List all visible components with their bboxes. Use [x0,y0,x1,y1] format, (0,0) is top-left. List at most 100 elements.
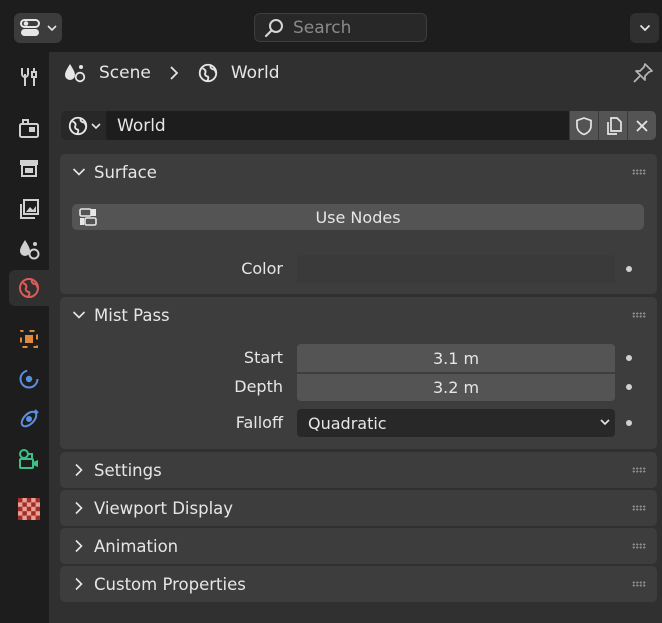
use-nodes-button[interactable]: Use Nodes [72,204,644,230]
start-field[interactable]: 3.1 m [297,344,615,372]
settings-panel-header[interactable]: Settings [60,452,657,488]
mist-pass-panel-header[interactable]: Mist Pass [60,297,657,333]
mist-pass-panel: Mist Pass Start 3.1 m Depth 3.2 m Fallof… [60,297,657,449]
tab-render[interactable] [9,110,49,146]
tab-physics[interactable] [9,361,49,397]
keyframe-dot-icon[interactable] [626,355,632,361]
search-icon [264,18,283,37]
keyframe-dot-icon[interactable] [626,420,632,426]
chevron-down-icon [72,168,86,176]
panel-title: Settings [94,460,162,480]
shield-icon [576,116,592,135]
image-stack-icon [20,199,39,219]
fake-user-button[interactable] [569,111,598,140]
chevron-right-icon [75,577,83,591]
settings-panel: Settings [60,452,657,488]
panel-title: Surface [94,162,157,182]
start-label: Start [243,348,283,367]
drag-handle-icon[interactable] [632,467,646,473]
camera-back-icon [19,119,39,138]
node-tree-icon [79,208,97,226]
chevron-down-icon [600,419,610,426]
constraint-icon [20,409,39,428]
tab-constraints[interactable] [9,401,49,437]
tab-scene[interactable] [9,231,49,267]
checkerboard-texture-icon [18,498,40,520]
chevron-right-icon [75,463,83,477]
chevron-down-icon [90,122,101,129]
panel-title: Viewport Display [94,498,234,518]
tab-view-layer[interactable] [9,191,49,227]
breadcrumb-world[interactable]: World [231,63,280,83]
editor-type-button[interactable] [14,13,62,43]
physics-icon [19,369,39,389]
surface-panel-header[interactable]: Surface [60,154,657,190]
breadcrumb: Scene World [63,60,280,86]
custom-properties-panel: Custom Properties [60,566,657,602]
chevron-right-icon [170,66,179,80]
tab-texture[interactable] [9,491,49,527]
printer-icon [20,160,38,177]
mist-depth-row: Depth 3.2 m [60,373,657,401]
world-name-field[interactable]: World [107,111,569,140]
wrench-screwdriver-icon [21,68,37,86]
color-row: Color [60,255,657,283]
tab-object[interactable] [9,321,49,357]
properties-tab-strip [0,52,49,623]
color-swatch[interactable] [297,255,615,283]
chevron-right-icon [75,539,83,553]
falloff-dropdown[interactable]: Quadratic [297,409,615,437]
tab-world[interactable] [9,270,49,306]
animation-panel: Animation [60,528,657,564]
search-placeholder: Search [293,17,352,38]
falloff-label: Falloff [235,413,283,432]
viewport-display-panel: Viewport Display [60,490,657,526]
breadcrumb-scene[interactable]: Scene [99,63,151,83]
world-datablock-selector: World [61,111,656,140]
animation-panel-header[interactable]: Animation [60,528,657,564]
drag-handle-icon[interactable] [632,312,646,318]
use-nodes-label: Use Nodes [315,207,401,227]
drag-handle-icon[interactable] [632,543,646,549]
duplicate-button[interactable] [598,111,627,140]
close-icon [636,119,648,132]
tab-data[interactable] [9,441,49,477]
properties-editor-icon [20,19,40,36]
tab-output[interactable] [9,150,49,186]
tab-tool[interactable] [9,59,49,95]
top-bar: Search [0,0,662,52]
camera-data-icon [19,449,38,469]
drag-handle-icon[interactable] [632,581,646,587]
scene-icon [20,240,40,260]
options-dropdown-button[interactable] [630,13,659,43]
world-icon [19,278,39,298]
chevron-down-icon [72,311,86,319]
world-icon [198,63,218,83]
scene-icon [65,64,86,83]
browse-world-button[interactable] [61,111,107,140]
search-input[interactable]: Search [254,13,427,42]
unlink-button[interactable] [627,111,656,140]
viewport-display-panel-header[interactable]: Viewport Display [60,490,657,526]
drag-handle-icon[interactable] [632,505,646,511]
chevron-right-icon [75,501,83,515]
object-icon [20,330,38,348]
panel-title: Mist Pass [94,305,170,325]
properties-main-area: Scene World World Surface Use Nodes Colo… [49,52,662,623]
custom-properties-panel-header[interactable]: Custom Properties [60,566,657,602]
depth-field[interactable]: 3.2 m [297,373,615,401]
duplicate-icon [607,116,622,135]
panel-title: Custom Properties [94,574,246,594]
keyframe-dot-icon[interactable] [626,266,632,272]
chevron-down-icon [47,25,57,32]
pin-button[interactable] [632,62,654,88]
world-icon [68,116,87,135]
pin-icon [633,63,653,83]
mist-falloff-row: Falloff Quadratic [60,409,657,437]
color-label: Color [241,259,283,278]
drag-handle-icon[interactable] [632,169,646,175]
panel-title: Animation [94,536,179,556]
chevron-down-icon [639,24,650,32]
falloff-value: Quadratic [308,413,387,433]
keyframe-dot-icon[interactable] [626,384,632,390]
